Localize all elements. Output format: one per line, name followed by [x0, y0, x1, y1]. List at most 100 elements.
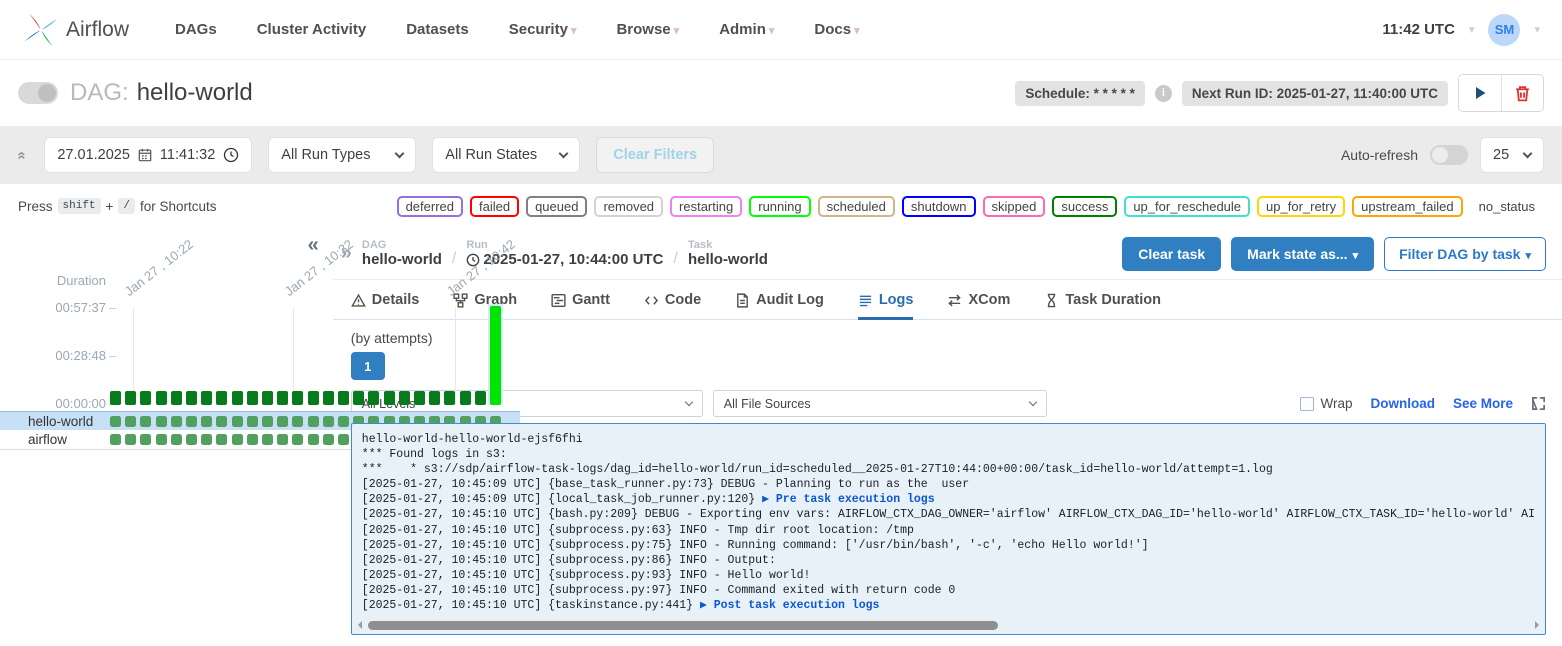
- task-instance-square[interactable]: [292, 434, 303, 445]
- nav-item-dags[interactable]: DAGs: [175, 21, 217, 38]
- task-instance-square[interactable]: [262, 434, 273, 445]
- duration-bar[interactable]: [399, 391, 410, 405]
- tab-gantt[interactable]: Gantt: [551, 292, 610, 320]
- duration-bar[interactable]: [292, 391, 303, 405]
- task-name-label[interactable]: airflow: [28, 430, 67, 449]
- task-instance-square[interactable]: [156, 434, 167, 445]
- state-badge-failed[interactable]: failed: [470, 196, 519, 217]
- duration-bar[interactable]: [156, 391, 167, 405]
- nav-item-docs[interactable]: Docs▾: [814, 21, 859, 38]
- auto-refresh-toggle[interactable]: [1430, 145, 1468, 165]
- delete-dag-button[interactable]: [1501, 75, 1543, 111]
- task-instance-square[interactable]: [171, 416, 182, 427]
- task-instance-square[interactable]: [262, 416, 273, 427]
- task-instance-square[interactable]: [186, 434, 197, 445]
- task-instance-square[interactable]: [110, 416, 121, 427]
- info-icon[interactable]: i: [1155, 85, 1172, 102]
- breadcrumb-dag[interactable]: DAG hello-world: [362, 239, 442, 269]
- task-instance-square[interactable]: [338, 416, 349, 427]
- attempt-1-button[interactable]: 1: [351, 352, 385, 380]
- state-badge-queued[interactable]: queued: [526, 196, 587, 217]
- duration-bar[interactable]: [201, 391, 212, 405]
- log-horizontal-scrollbar[interactable]: [354, 619, 1543, 631]
- tab-logs[interactable]: Logs: [858, 292, 914, 320]
- duration-bar[interactable]: [338, 391, 349, 405]
- state-badge-no-status[interactable]: no_status: [1470, 196, 1544, 217]
- task-instance-square[interactable]: [201, 416, 212, 427]
- duration-bar[interactable]: [171, 391, 182, 405]
- utc-clock[interactable]: 11:42 UTC: [1382, 21, 1455, 38]
- nav-item-cluster-activity[interactable]: Cluster Activity: [257, 21, 366, 38]
- duration-bar[interactable]: [125, 391, 136, 405]
- run-types-select[interactable]: All Run Types: [268, 137, 416, 173]
- scroll-right-icon[interactable]: [1535, 621, 1543, 629]
- fullscreen-icon[interactable]: [1531, 396, 1546, 411]
- log-group-toggle-link[interactable]: ▶ Pre task execution logs: [762, 493, 935, 506]
- task-instance-square[interactable]: [338, 434, 349, 445]
- state-badge-running[interactable]: running: [749, 196, 810, 217]
- run-states-select[interactable]: All Run States: [432, 137, 580, 173]
- clear-filters-button[interactable]: Clear Filters: [596, 137, 714, 173]
- trigger-dag-button[interactable]: [1459, 75, 1501, 111]
- tab-graph[interactable]: Graph: [453, 292, 517, 320]
- task-instance-square[interactable]: [308, 434, 319, 445]
- task-name-label[interactable]: hello-world: [28, 412, 93, 431]
- state-badge-removed[interactable]: removed: [594, 196, 663, 217]
- log-output[interactable]: hello-world-hello-world-ejsf6fhi*** Foun…: [351, 423, 1546, 635]
- nav-item-browse[interactable]: Browse▾: [616, 21, 679, 38]
- state-badge-up-for-reschedule[interactable]: up_for_reschedule: [1124, 196, 1250, 217]
- see-more-link[interactable]: See More: [1453, 396, 1513, 411]
- page-size-select[interactable]: 25: [1480, 137, 1544, 173]
- nav-item-security[interactable]: Security▾: [509, 21, 577, 38]
- duration-bar[interactable]: [232, 391, 243, 405]
- duration-bar[interactable]: [140, 391, 151, 405]
- collapse-grid-icon[interactable]: «: [308, 234, 319, 257]
- scrollbar-thumb[interactable]: [368, 621, 998, 630]
- state-badge-upstream-failed[interactable]: upstream_failed: [1352, 196, 1463, 217]
- duration-bar[interactable]: [110, 391, 121, 405]
- task-instance-square[interactable]: [292, 416, 303, 427]
- task-instance-square[interactable]: [247, 434, 258, 445]
- airflow-brand[interactable]: Airflow: [22, 11, 129, 49]
- task-instance-square[interactable]: [308, 416, 319, 427]
- task-instance-square[interactable]: [216, 416, 227, 427]
- duration-bar[interactable]: [475, 391, 486, 405]
- task-instance-square[interactable]: [110, 434, 121, 445]
- dag-pause-toggle[interactable]: [18, 82, 58, 104]
- duration-bar[interactable]: [353, 391, 364, 405]
- duration-bar[interactable]: [490, 306, 501, 405]
- state-badge-up-for-retry[interactable]: up_for_retry: [1257, 196, 1345, 217]
- duration-bar[interactable]: [262, 391, 273, 405]
- duration-bar[interactable]: [368, 391, 379, 405]
- filter-dag-by-task-button[interactable]: Filter DAG by task▾: [1384, 237, 1546, 271]
- duration-bar[interactable]: [308, 391, 319, 405]
- scroll-left-icon[interactable]: [354, 621, 362, 629]
- wrap-checkbox[interactable]: Wrap: [1300, 396, 1352, 411]
- task-instance-square[interactable]: [232, 416, 243, 427]
- task-instance-square[interactable]: [277, 434, 288, 445]
- tab-code[interactable]: Code: [644, 292, 701, 320]
- duration-bar[interactable]: [186, 391, 197, 405]
- state-badge-shutdown[interactable]: shutdown: [902, 196, 976, 217]
- task-instance-square[interactable]: [125, 434, 136, 445]
- task-instance-square[interactable]: [171, 434, 182, 445]
- state-badge-skipped[interactable]: skipped: [983, 196, 1046, 217]
- state-badge-scheduled[interactable]: scheduled: [818, 196, 895, 217]
- task-instance-square[interactable]: [186, 416, 197, 427]
- task-instance-square[interactable]: [140, 416, 151, 427]
- state-badge-deferred[interactable]: deferred: [397, 196, 463, 217]
- task-instance-square[interactable]: [323, 416, 334, 427]
- mark-state-button[interactable]: Mark state as...▾: [1231, 237, 1374, 271]
- task-instance-square[interactable]: [216, 434, 227, 445]
- tab-task-duration[interactable]: Task Duration: [1044, 292, 1161, 320]
- task-instance-square[interactable]: [201, 434, 212, 445]
- download-link[interactable]: Download: [1370, 396, 1435, 411]
- duration-bar[interactable]: [277, 391, 288, 405]
- duration-bar[interactable]: [216, 391, 227, 405]
- state-badge-restarting[interactable]: restarting: [670, 196, 742, 217]
- task-instance-square[interactable]: [125, 416, 136, 427]
- tab-audit-log[interactable]: Audit Log: [735, 292, 824, 320]
- duration-bar[interactable]: [444, 391, 455, 405]
- tab-details[interactable]: Details: [351, 292, 420, 320]
- tab-xcom[interactable]: XCom: [947, 292, 1010, 320]
